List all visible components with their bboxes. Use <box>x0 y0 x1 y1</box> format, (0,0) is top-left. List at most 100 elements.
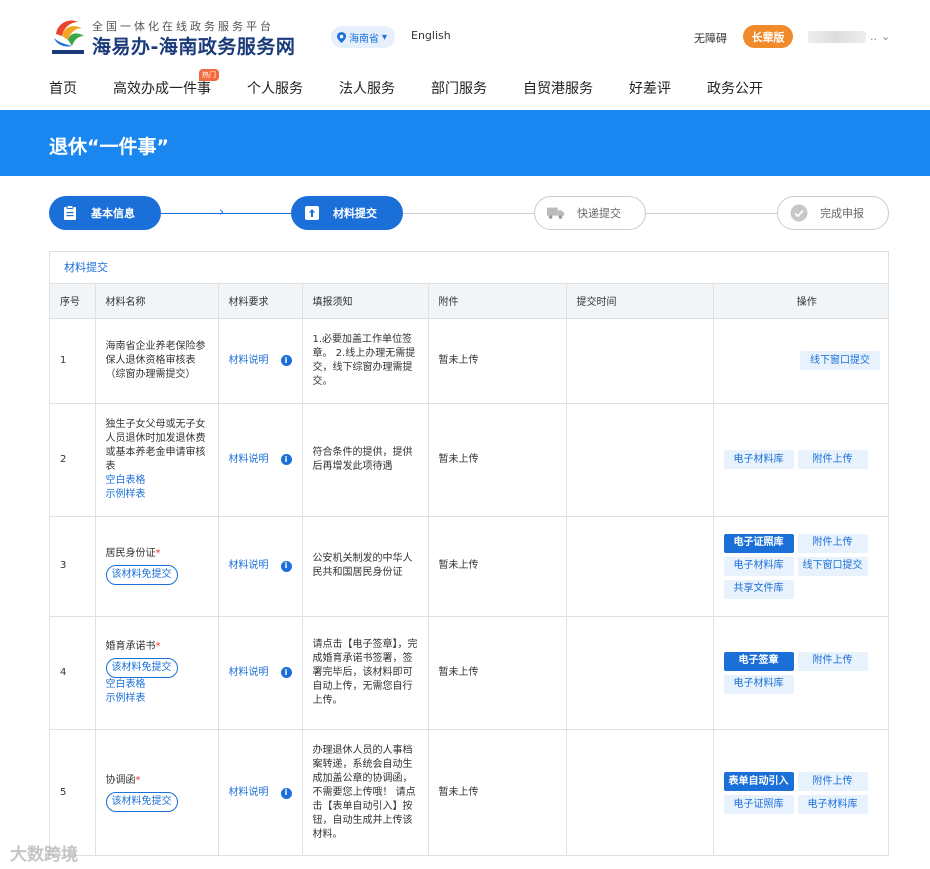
chevron-right-icon: › <box>219 205 225 220</box>
offline-window-button[interactable]: 线下窗口提交 <box>797 556 868 576</box>
sample-form-link[interactable]: 示例样表 <box>106 692 208 706</box>
table-row: 2 独生子女父母或无子女人员退休时加发退休费或基本养老金申请审核表 空白表格 示… <box>50 403 888 517</box>
chevron-down-icon: ⌄ <box>881 30 891 43</box>
check-circle-icon <box>790 204 808 222</box>
submit-time <box>566 616 714 730</box>
requirement-cell: 材料说明 i <box>218 516 303 617</box>
shared-files-button[interactable]: 共享文件库 <box>723 579 794 599</box>
page-banner: 退休“一件事” <box>0 110 930 176</box>
e-materials-button[interactable]: 电子材料库 <box>723 674 794 694</box>
e-materials-button[interactable]: 电子材料库 <box>723 450 794 469</box>
region-selector[interactable]: 海南省 ▾ <box>331 26 396 48</box>
row-index: 4 <box>50 616 96 730</box>
exempt-badge[interactable]: 该材料免提交 <box>105 792 178 812</box>
attachment-status: 暂未上传 <box>428 616 567 730</box>
step-connector <box>403 213 534 214</box>
sample-form-link[interactable]: 示例样表 <box>106 488 208 502</box>
col-header-name: 材料名称 <box>95 284 219 319</box>
row-index: 3 <box>50 516 96 617</box>
blank-form-link[interactable]: 空白表格 <box>106 678 208 692</box>
row-index: 2 <box>50 403 96 517</box>
step-basic-info[interactable]: 基本信息 <box>49 196 161 230</box>
form-auto-import-button[interactable]: 表单自动引入 <box>723 772 794 791</box>
nav-item-department[interactable]: 部门服务 <box>431 78 487 98</box>
nav-item-ftp[interactable]: 自贸港服务 <box>523 78 593 98</box>
step-express[interactable]: 快递提交 <box>534 196 646 230</box>
site-header: 全国一体化在线政务服务平台 海易办-海南政务服务网 海南省 ▾ English … <box>0 0 930 110</box>
nav-item-personal[interactable]: 个人服务 <box>247 78 303 98</box>
submit-time <box>566 318 714 404</box>
e-materials-button[interactable]: 电子材料库 <box>797 795 868 814</box>
offline-window-button[interactable]: 线下窗口提交 <box>800 351 880 370</box>
panel-title: 材料提交 <box>50 252 888 284</box>
attachment-status: 暂未上传 <box>428 729 567 855</box>
material-explanation-link[interactable]: 材料说明 i <box>229 453 292 467</box>
requirement-cell: 材料说明 i <box>218 616 303 730</box>
step-label: 材料提交 <box>333 207 377 220</box>
user-menu[interactable]: .. ⌄ <box>808 30 890 43</box>
material-explanation-link[interactable]: 材料说明 i <box>229 666 292 680</box>
required-mark: * <box>155 548 161 559</box>
nav-item-legal-person[interactable]: 法人服务 <box>339 78 395 98</box>
info-icon: i <box>280 667 292 678</box>
page-title: 退休“一件事” <box>49 136 169 158</box>
material-explanation-link[interactable]: 材料说明 i <box>229 354 292 368</box>
actions-cell: 电子签章 附件上传 电子材料库 <box>713 616 888 730</box>
requirement-cell: 材料说明 i <box>218 729 303 855</box>
step-materials[interactable]: 材料提交 <box>291 196 403 230</box>
site-logo-icon[interactable] <box>48 14 88 56</box>
step-label: 完成申报 <box>820 207 864 220</box>
requirement-label: 材料说明 <box>228 560 269 571</box>
requirement-cell: 材料说明 i <box>218 403 303 517</box>
notice-text: 符合条件的提供，提供后再增发此项待遇 <box>302 403 429 517</box>
upload-doc-icon <box>303 204 321 222</box>
material-explanation-link[interactable]: 材料说明 i <box>229 559 292 573</box>
english-link[interactable]: English <box>411 29 451 42</box>
logo-title[interactable]: 海易办-海南政务服务网 <box>92 32 295 59</box>
caret-down-icon: ▾ <box>382 31 388 43</box>
elder-mode-button[interactable]: 长辈版 <box>743 25 793 48</box>
material-explanation-link[interactable]: 材料说明 i <box>229 786 292 800</box>
nav-item-label: 高效办成一件事 <box>113 81 211 97</box>
e-license-button[interactable]: 电子证照库 <box>723 533 794 553</box>
material-name: 海南省企业养老保险参保人退休资格审核表（综窗办理需提交） <box>95 318 219 404</box>
row-index: 1 <box>50 318 96 404</box>
e-signature-button[interactable]: 电子签章 <box>723 651 794 671</box>
required-mark: * <box>135 775 141 786</box>
step-complete[interactable]: 完成申报 <box>777 196 889 230</box>
e-license-button[interactable]: 电子证照库 <box>723 795 794 814</box>
upload-attachment-button[interactable]: 附件上传 <box>797 772 868 791</box>
blank-form-link[interactable]: 空白表格 <box>106 474 208 488</box>
material-name-cell: 居民身份证* 该材料免提交 <box>95 516 219 617</box>
nav-item-home[interactable]: 首页 <box>49 78 77 98</box>
progress-steps: 基本信息 › 材料提交 快递提交 完成申报 <box>0 196 930 232</box>
upload-attachment-button[interactable]: 附件上传 <box>797 533 868 553</box>
nav-item-public-affairs[interactable]: 政务公开 <box>707 78 763 98</box>
table-row: 1 海南省企业养老保险参保人退休资格审核表（综窗办理需提交） 材料说明 i 1.必… <box>50 318 888 404</box>
upload-attachment-button[interactable]: 附件上传 <box>797 450 868 469</box>
table-row: 4 婚育承诺书* 该材料免提交 空白表格 示例样表 材料说明 i 请点击【电子签章… <box>50 616 888 730</box>
col-header-requirement: 材料要求 <box>218 284 303 319</box>
notice-text: 请点击【电子签章】，完成婚育承诺书签署，签署完毕后，该材料即可自动上传，无需您自… <box>302 616 429 730</box>
attachment-status: 暂未上传 <box>428 318 567 404</box>
actions-cell: 电子材料库 附件上传 <box>713 403 888 517</box>
exempt-badge[interactable]: 该材料免提交 <box>105 657 178 678</box>
required-mark: * <box>155 640 161 652</box>
attachment-status: 暂未上传 <box>428 403 567 517</box>
exempt-badge[interactable]: 该材料免提交 <box>105 565 178 585</box>
notice-text: 办理退休人员的人事档案转递，系统会自动生成加盖公章的协调函，不需要您上传哦！ 请… <box>302 729 429 855</box>
upload-attachment-button[interactable]: 附件上传 <box>797 651 868 671</box>
material-name: 协调函 <box>105 775 136 786</box>
nav-item-one-thing[interactable]: 高效办成一件事 热门 <box>113 69 219 98</box>
nav-item-evaluation[interactable]: 好差评 <box>629 78 671 98</box>
table-row: 3 居民身份证* 该材料免提交 材料说明 i 公安机关制发的中华人民共和国居民身份… <box>50 516 888 617</box>
e-materials-button[interactable]: 电子材料库 <box>723 556 794 576</box>
location-pin-icon <box>337 31 346 43</box>
materials-table: 序号 材料名称 材料要求 填报须知 附件 提交时间 操作 1 海南省企业养老保险… <box>50 284 888 855</box>
accessibility-link[interactable]: 无障碍 <box>694 30 727 46</box>
step-connector <box>161 213 291 214</box>
col-header-notice: 填报须知 <box>302 284 429 319</box>
material-name: 独生子女父母或无子女人员退休时加发退休费或基本养老金申请审核表 <box>105 418 206 472</box>
step-connector <box>646 213 777 214</box>
col-header-actions: 操作 <box>713 284 888 319</box>
